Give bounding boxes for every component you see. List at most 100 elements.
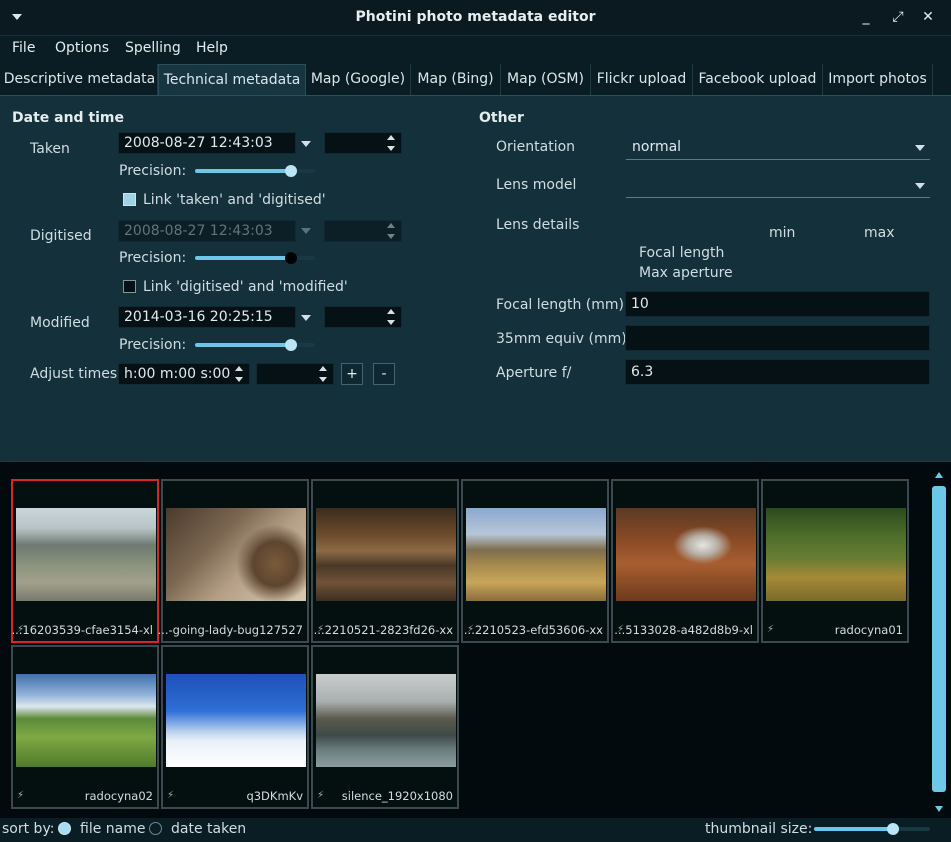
digitised-datetime-field[interactable]: 2008-08-27 12:43:03: [118, 220, 296, 242]
sort-file-name-radio[interactable]: [58, 822, 71, 835]
tab-facebook-upload[interactable]: Facebook upload: [693, 64, 823, 95]
close-icon[interactable]: ✕: [920, 9, 936, 25]
maximize-icon[interactable]: ⤢: [890, 9, 906, 25]
modified-precision-slider[interactable]: [195, 343, 291, 347]
thumbnail[interactable]: ...-going-lady-bug127527: [158, 479, 309, 643]
thumbnail[interactable]: ⚡ ...16203539-cfae3154-xl: [11, 479, 159, 643]
thumbnail-image: [316, 674, 456, 767]
menu-options[interactable]: Options: [55, 40, 109, 56]
scrollbar-thumb[interactable]: [932, 486, 946, 792]
lens-max-header: max: [864, 225, 895, 241]
taken-calendar-dropdown-icon[interactable]: [301, 141, 311, 147]
thumbnail-image: [766, 508, 906, 601]
thumbnail[interactable]: ⚡ radocyna02: [11, 645, 159, 809]
link-digitised-modified-checkbox[interactable]: [123, 280, 136, 293]
thumbnail-image: [616, 508, 756, 601]
thumbnail[interactable]: ⚡ q3DKmKv: [161, 645, 309, 809]
thumbnail[interactable]: ⚡ ...5133028-a482d8b9-xl: [611, 479, 759, 643]
link-taken-digitised-label: Link 'taken' and 'digitised': [143, 192, 326, 208]
thumbnail[interactable]: ⚡ silence_1920x1080: [311, 645, 459, 809]
thumbnail-image: [166, 508, 306, 601]
digitised-label: Digitised: [30, 228, 92, 244]
thumbnail-image: [316, 508, 456, 601]
sort-by-label: sort by:: [2, 821, 55, 837]
orientation-label: Orientation: [496, 139, 576, 155]
taken-precision-slider[interactable]: [195, 169, 291, 173]
menu-help[interactable]: Help: [196, 40, 228, 56]
taken-precision-label: Precision:: [119, 163, 187, 179]
lens-details-label: Lens details: [496, 217, 580, 233]
orientation-dropdown-icon[interactable]: [915, 145, 925, 151]
modified-offset-spinner[interactable]: [383, 307, 401, 327]
lens-max-aperture-row: Max aperture: [639, 265, 733, 281]
taken-label: Taken: [30, 141, 70, 157]
tab-map-osm[interactable]: Map (OSM): [501, 64, 591, 95]
menu-spelling[interactable]: Spelling: [125, 40, 181, 56]
tab-descriptive-metadata[interactable]: Descriptive metadata: [2, 64, 158, 95]
tab-map-bing[interactable]: Map (Bing): [411, 64, 501, 95]
thumbnail-scrollbar[interactable]: [930, 470, 948, 816]
sort-file-name-label: file name: [80, 821, 146, 837]
taken-datetime-field[interactable]: 2008-08-27 12:43:03: [118, 132, 296, 154]
digitised-precision-slider[interactable]: [195, 256, 291, 260]
thumbnail-name: ...2210523-efd53606-xx: [463, 623, 603, 637]
sort-date-taken-radio[interactable]: [149, 822, 162, 835]
adjust-plus-button[interactable]: +: [341, 363, 363, 385]
scroll-up-icon[interactable]: [935, 472, 943, 478]
lens-model-label: Lens model: [496, 177, 577, 193]
thumbnail[interactable]: ⚡ radocyna01: [761, 479, 909, 643]
tab-bar: Descriptive metadata Technical metadata …: [0, 64, 951, 95]
status-bar: sort by: file name date taken thumbnail …: [0, 818, 951, 842]
minimize-icon[interactable]: _: [858, 9, 874, 25]
digitised-calendar-dropdown-icon[interactable]: [301, 228, 311, 234]
aperture-label: Aperture f/: [496, 365, 572, 381]
tab-technical-metadata[interactable]: Technical metadata: [158, 64, 306, 95]
thumbnail-size-knob[interactable]: [887, 823, 899, 835]
thumbnail-name: ...16203539-cfae3154-xl: [11, 623, 153, 637]
tab-map-google[interactable]: Map (Google): [306, 64, 411, 95]
tab-import-photos[interactable]: Import photos: [823, 64, 933, 95]
thumbnail[interactable]: ⚡ ...2210521-2823fd26-xx: [311, 479, 459, 643]
modified-precision-knob[interactable]: [285, 339, 297, 351]
aperture-field[interactable]: 6.3: [625, 359, 930, 385]
sort-date-taken-label: date taken: [171, 821, 247, 837]
date-time-heading: Date and time: [12, 110, 125, 126]
thumbnail-name: q3DKmKv: [246, 789, 303, 803]
adjust-minus-button[interactable]: -: [373, 363, 395, 385]
thumbnail-size-label: thumbnail size:: [705, 821, 813, 837]
technical-metadata-pane: Date and time Taken 2008-08-27 12:43:03 …: [0, 95, 951, 461]
thumbnail-grid: ⚡ ...16203539-cfae3154-xl ...-going-lady…: [0, 461, 951, 818]
thumbnail[interactable]: ⚡ ...2210523-efd53606-xx: [461, 479, 609, 643]
modified-datetime-field[interactable]: 2014-03-16 20:25:15: [118, 306, 296, 328]
flash-icon: ⚡: [767, 624, 775, 635]
adjust-time-spinner[interactable]: [231, 364, 249, 384]
modified-precision-label: Precision:: [119, 337, 187, 353]
thumbnail-name: radocyna01: [834, 623, 903, 637]
equiv-35mm-label: 35mm equiv (mm): [496, 331, 627, 347]
lens-min-header: min: [769, 225, 796, 241]
equiv-35mm-field[interactable]: [625, 325, 930, 351]
orientation-select[interactable]: normal: [626, 136, 930, 160]
thumbnail-size-slider[interactable]: [814, 827, 894, 831]
other-heading: Other: [479, 110, 524, 126]
lens-model-dropdown-icon[interactable]: [915, 183, 925, 189]
tab-flickr-upload[interactable]: Flickr upload: [591, 64, 693, 95]
flash-icon: ⚡: [17, 790, 25, 801]
thumbnail-image: [16, 508, 156, 601]
taken-offset-spinner[interactable]: [383, 133, 401, 153]
focal-length-field[interactable]: 10: [625, 291, 930, 317]
menu-file[interactable]: File: [12, 40, 35, 56]
flash-icon: ⚡: [167, 790, 175, 801]
window-title: Photini photo metadata editor: [355, 9, 596, 25]
adjust-offset-spinner[interactable]: [315, 364, 333, 384]
link-taken-digitised-checkbox[interactable]: [123, 193, 136, 206]
modified-calendar-dropdown-icon[interactable]: [301, 315, 311, 321]
menu-bar: File Options Spelling Help: [0, 36, 951, 62]
taken-precision-knob[interactable]: [285, 165, 297, 177]
scroll-down-icon[interactable]: [935, 806, 943, 812]
digitised-precision-knob[interactable]: [285, 252, 297, 264]
focal-length-label: Focal length (mm): [496, 297, 625, 313]
digitised-offset-spinner[interactable]: [383, 221, 401, 241]
adjust-times-label: Adjust times: [30, 366, 118, 382]
lens-model-select[interactable]: [626, 174, 930, 198]
